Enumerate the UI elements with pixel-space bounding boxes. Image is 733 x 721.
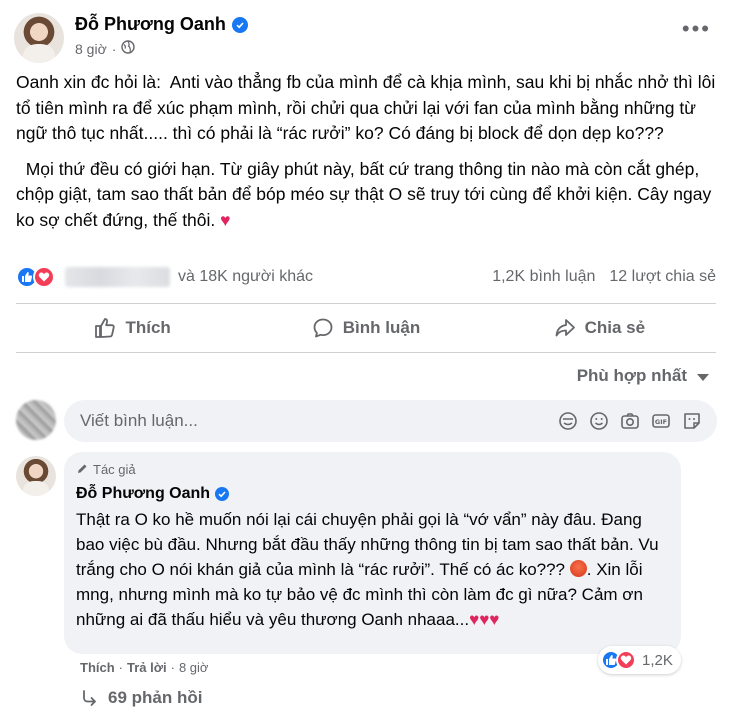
like-button[interactable]: Thích <box>16 308 249 348</box>
share-icon <box>555 319 575 337</box>
comment-actions: Thích · Trả lời · 8 giờ <box>80 660 209 675</box>
post-action-bar: Thích Bình luận Chia sẻ <box>16 308 716 348</box>
camera-icon[interactable] <box>619 410 641 432</box>
hearts-emoji: ♥♥♥ <box>469 610 500 629</box>
blurred-reactor-names <box>65 267 170 287</box>
comment-reply-link[interactable]: Trả lời <box>127 660 167 675</box>
gif-icon[interactable]: GIF <box>650 410 672 432</box>
reply-arrow-icon <box>83 690 96 706</box>
globe-icon <box>121 40 136 57</box>
sticker-icon[interactable] <box>681 410 703 432</box>
post-meta: 8 giờ · <box>75 40 136 57</box>
comment-reaction-count: 1,2K <box>642 651 673 669</box>
comments-count[interactable]: 1,2K bình luận <box>492 268 595 286</box>
post-body: Oanh xin đc hỏi là: Anti vào thẳng fb củ… <box>16 70 721 243</box>
comment-author-name[interactable]: Đỗ Phương Oanh <box>76 485 210 503</box>
author-avatar[interactable] <box>14 13 64 63</box>
angry-face-emoji <box>569 560 587 577</box>
verified-icon <box>231 16 248 33</box>
share-button[interactable]: Chia sẻ <box>483 308 716 348</box>
commenter-avatar[interactable] <box>16 456 56 496</box>
love-reaction-icon[interactable] <box>33 266 55 288</box>
avatar-sticker-icon[interactable] <box>557 410 579 432</box>
comment-reactions[interactable]: 1,2K <box>598 646 681 674</box>
post-options-button[interactable]: ••• <box>682 18 711 40</box>
comment-button[interactable]: Bình luận <box>249 308 482 348</box>
reactions-summary: và 18K người khác 1,2K bình luận 12 lượt… <box>16 262 716 292</box>
comment-bubble: Tác giả Đỗ Phương Oanh Thật ra O ko hề m… <box>64 452 681 654</box>
post-paragraph-1: Oanh xin đc hỏi là: Anti vào thẳng fb củ… <box>16 72 721 143</box>
comment-icon <box>313 318 333 338</box>
comment-author[interactable]: Đỗ Phương Oanh <box>76 485 669 503</box>
post-author-name[interactable]: Đỗ Phương Oanh <box>75 14 226 35</box>
author-badge: Tác giả <box>76 460 669 478</box>
comment-input[interactable] <box>80 411 520 431</box>
svg-text:GIF: GIF <box>655 418 667 426</box>
comment-time[interactable]: 8 giờ <box>179 660 209 675</box>
divider <box>16 303 716 304</box>
viewer-avatar[interactable] <box>16 400 56 440</box>
love-reaction-icon <box>616 650 636 670</box>
emoji-icon[interactable] <box>588 410 610 432</box>
shares-count[interactable]: 12 lượt chia sẻ <box>609 268 716 286</box>
verified-icon <box>215 487 230 501</box>
comment-sort-dropdown[interactable]: Phù hợp nhất <box>577 366 709 386</box>
divider <box>16 352 716 353</box>
heart-emoji: ♥ <box>220 209 231 230</box>
comment-like-link[interactable]: Thích <box>80 660 115 675</box>
caret-down-icon <box>697 373 709 381</box>
post-paragraph-2: Mọi thứ đều có giới hạn. Từ giây phút nà… <box>16 158 717 230</box>
thumbs-up-icon <box>95 318 116 338</box>
pen-icon <box>78 464 87 473</box>
comment-composer: GIF <box>64 400 717 442</box>
view-replies-button[interactable]: 69 phản hồi <box>80 688 202 708</box>
post-author[interactable]: Đỗ Phương Oanh <box>75 14 248 35</box>
post-time[interactable]: 8 giờ <box>75 41 107 57</box>
comment-text: Thật ra O ko hề muốn nói lại cái chuyện … <box>76 510 664 629</box>
reactor-others[interactable]: và 18K người khác <box>178 268 313 286</box>
